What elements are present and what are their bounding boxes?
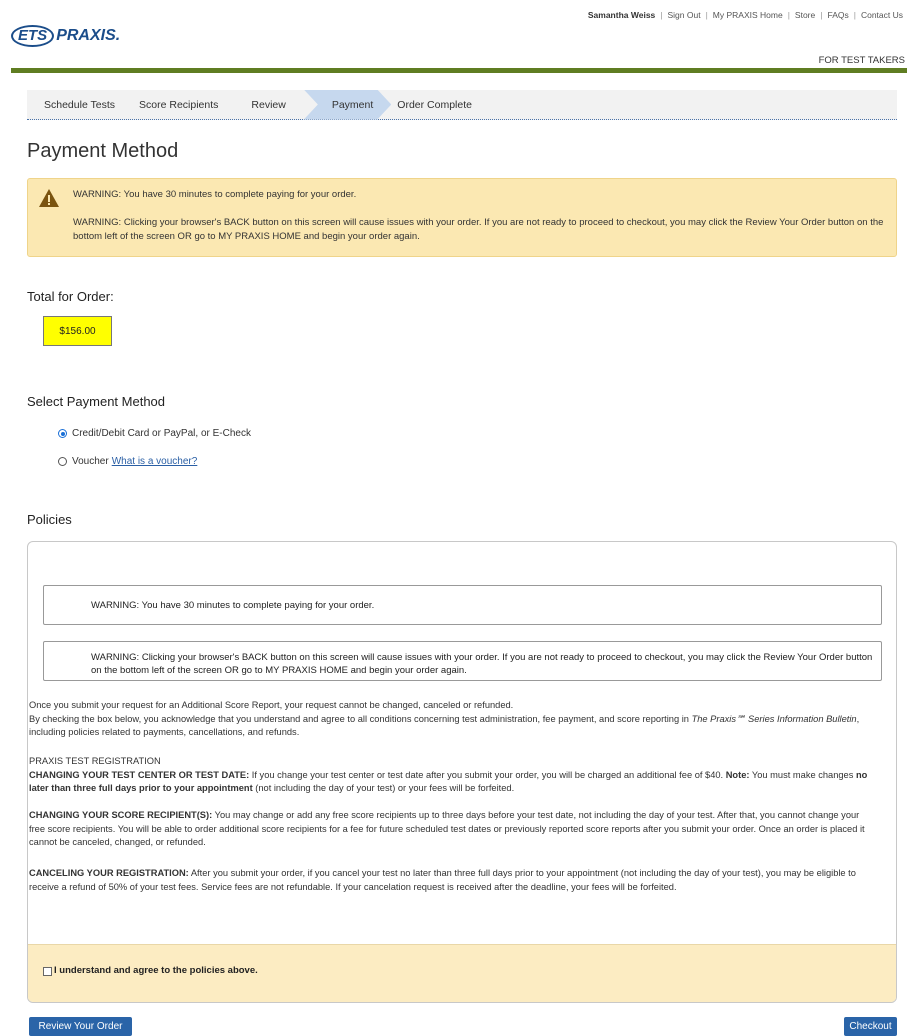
payment-option-voucher[interactable]: Voucher What is a voucher? [58,456,197,467]
card-option-label: Credit/Debit Card or PayPal, or E-Check [72,428,251,439]
my-praxis-home-link[interactable]: My PRAXIS Home [713,10,783,20]
contact-us-link[interactable]: Contact Us [861,10,903,20]
policy-acknowledgement: Once you submit your request for an Addi… [29,699,874,740]
user-name: Samantha Weiss [587,10,656,20]
checkout-progress: Schedule Tests Score Recipients Review P… [27,90,897,120]
page-title: Payment Method [27,140,179,162]
bulletin-title: The Praxis℠ Series Information Bulletin [691,713,857,724]
payment-option-card[interactable]: Credit/Debit Card or PayPal, or E-Check [58,428,251,439]
policy-warning-time: WARNING: You have 30 minutes to complete… [43,585,882,625]
praxis-logo-text: PRAXIS. [56,27,121,44]
ets-praxis-logo[interactable]: ETS PRAXIS. [11,24,120,48]
step-order-complete: Order Complete [397,98,472,111]
step-schedule-tests: Schedule Tests [44,98,116,111]
warning-time-text: WARNING: You have 30 minutes to complete… [73,189,357,200]
warning-triangle-icon [39,189,59,207]
ets-logo-mark: ETS [11,25,55,47]
faqs-link[interactable]: FAQs [827,10,848,20]
policies-panel: WARNING: You have 30 minutes to complete… [27,541,897,1003]
step-review: Review [251,98,286,111]
payment-method-label: Select Payment Method [27,394,166,409]
warning-back-button-text: WARNING: Clicking your browser's BACK bu… [73,217,884,242]
agreement-section: I understand and agree to the policies a… [28,944,896,1002]
voucher-option-label: Voucher [72,456,109,467]
policy-registration-heading: PRAXIS TEST REGISTRATION [29,756,161,766]
policy-warning-back: WARNING: Clicking your browser's BACK bu… [43,641,882,681]
agree-checkbox[interactable] [43,967,52,976]
review-order-button[interactable]: Review Your Order [29,1017,132,1036]
for-test-takers-label: FOR TEST TAKERS [818,55,905,66]
warning-banner: WARNING: You have 30 minutes to complete… [27,178,897,257]
total-amount: $156.00 [43,316,112,346]
sign-out-link[interactable]: Sign Out [668,10,701,20]
step-score-recipients: Score Recipients [139,98,219,111]
top-navigation: Samantha Weiss | Sign Out | My PRAXIS Home | S… [587,10,903,20]
policy-no-refund-text: Once you submit your request for an Addi… [29,700,514,710]
policy-test-center-change: PRAXIS TEST REGISTRATION CHANGING YOUR T… [29,755,874,796]
policies-label: Policies [27,512,72,527]
voucher-radio[interactable] [58,457,67,466]
agree-checkbox-label[interactable]: I understand and agree to the policies a… [54,965,258,976]
checkout-button[interactable]: Checkout [844,1017,897,1036]
store-link[interactable]: Store [795,10,815,20]
policy-cancel-registration: CANCELING YOUR REGISTRATION: After you s… [29,868,856,892]
card-radio[interactable] [58,429,67,438]
what-is-voucher-link[interactable]: What is a voucher? [112,456,198,467]
header-bar [11,68,907,73]
total-label: Total for Order: [27,289,114,304]
policy-score-recipients: CHANGING YOUR SCORE RECIPIENT(S): You ma… [29,810,865,847]
step-payment: Payment [304,90,391,120]
policy-agreement-text: By checking the box below, you acknowled… [29,713,860,738]
